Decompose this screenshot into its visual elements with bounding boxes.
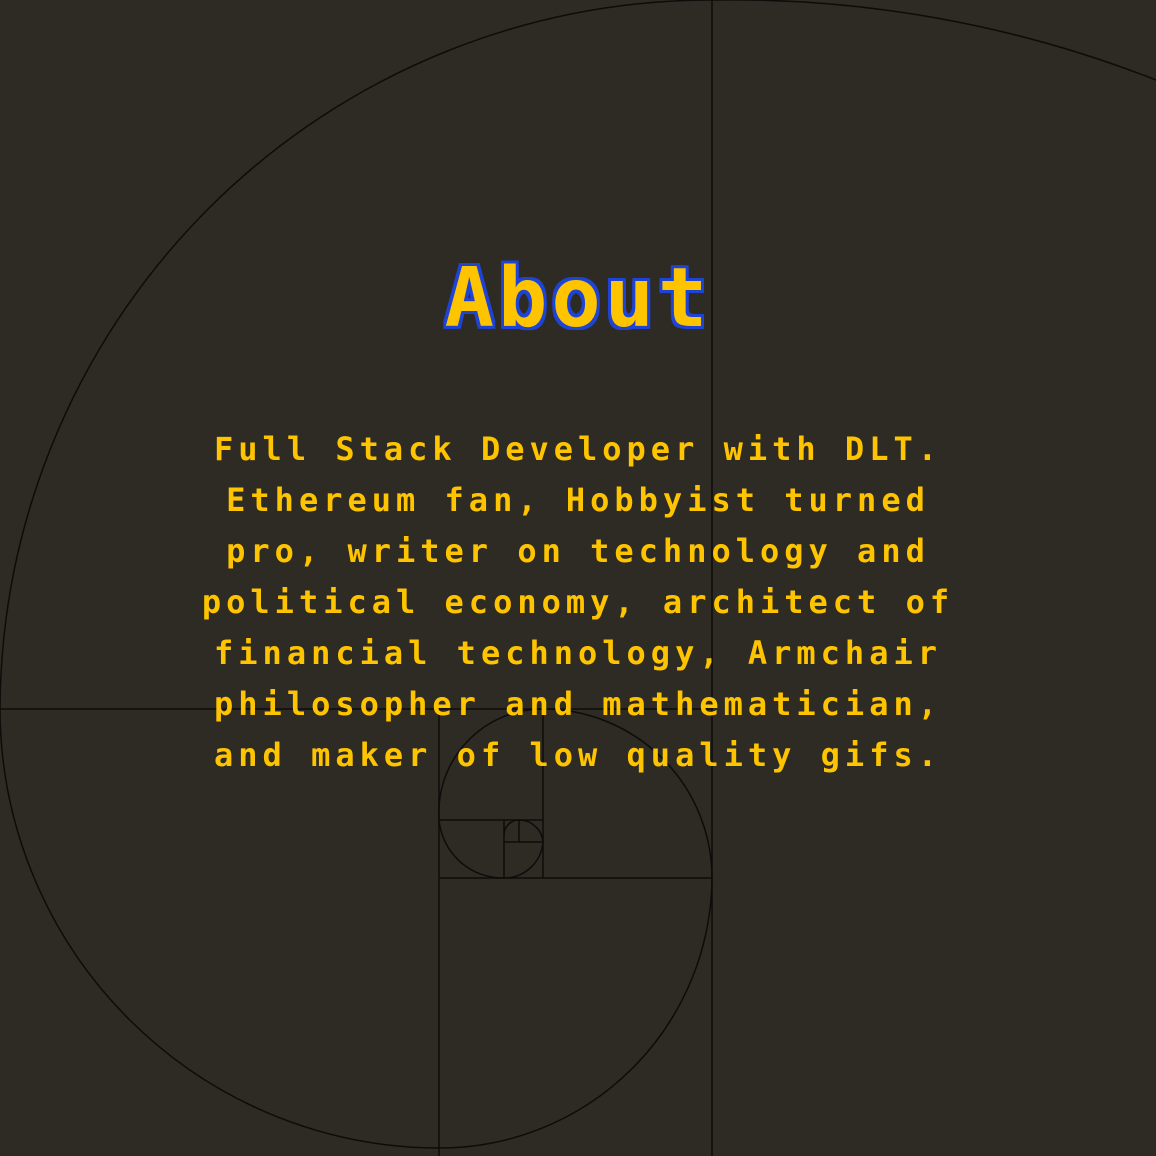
spiral-arc-10: [503, 819, 520, 836]
spiral-arc-8: [503, 841, 544, 879]
about-section: About Full Stack Developer with DLT. Eth…: [0, 0, 1156, 1156]
spiral-arc-9: [518, 819, 544, 843]
spiral-arc-1: [712, 0, 1156, 81]
spiral-arc-7: [438, 819, 505, 879]
section-title: About: [444, 251, 712, 346]
spiral-arc-4: [438, 877, 713, 1149]
bio-text: Full Stack Developer with DLT. Ethereum …: [201, 430, 955, 774]
